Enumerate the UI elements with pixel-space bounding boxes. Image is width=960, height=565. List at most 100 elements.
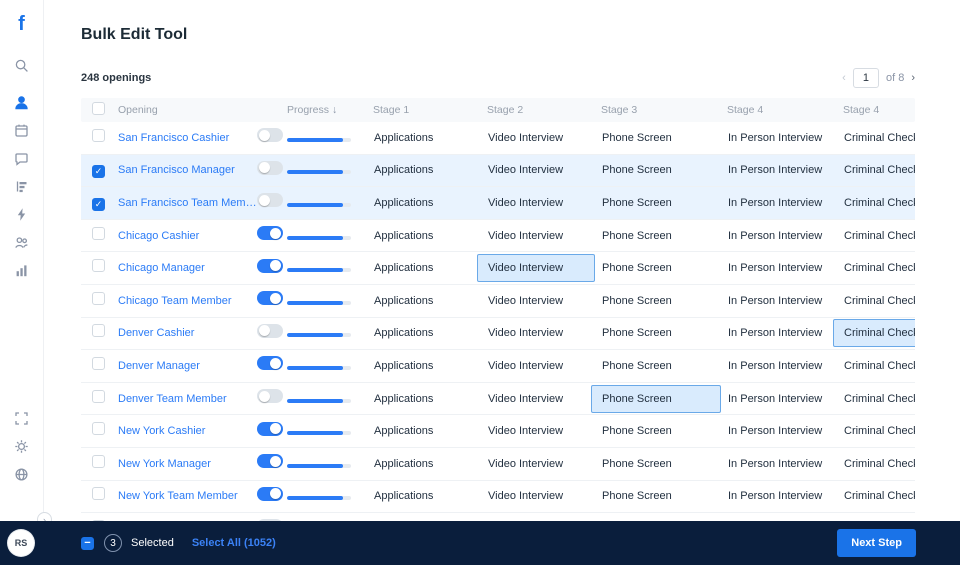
stage3-cell[interactable]: Phone Screen xyxy=(601,417,727,445)
opening-link[interactable]: San Francisco Team Member xyxy=(111,197,257,209)
column-header-opening[interactable]: Opening xyxy=(111,104,257,116)
stage4-cell[interactable]: In Person Interview xyxy=(727,254,843,282)
prev-page-icon[interactable]: ‹ xyxy=(842,72,846,84)
stage4-cell[interactable]: In Person Interview xyxy=(727,417,843,445)
automation-icon[interactable] xyxy=(14,207,29,222)
stage4-cell[interactable]: In Person Interview xyxy=(727,352,843,380)
opening-link[interactable]: New York Cashier xyxy=(111,425,257,437)
row-checkbox[interactable] xyxy=(92,422,105,436)
row-checkbox[interactable] xyxy=(92,128,105,142)
row-toggle[interactable] xyxy=(257,128,283,143)
opening-link[interactable]: San Francisco Manager xyxy=(111,164,257,176)
stage5-cell[interactable]: Criminal Check xyxy=(843,287,915,315)
indeterminate-select-checkbox[interactable]: − xyxy=(81,536,94,550)
analytics-icon[interactable] xyxy=(14,263,29,278)
stage1-cell[interactable]: Applications xyxy=(373,124,487,152)
stage5-cell[interactable]: Criminal Check xyxy=(843,189,915,217)
stage3-cell[interactable]: Phone Screen xyxy=(601,254,727,282)
stage4-cell[interactable]: In Person Interview xyxy=(727,450,843,478)
row-toggle[interactable] xyxy=(257,486,283,501)
row-checkbox[interactable] xyxy=(92,226,105,240)
row-toggle[interactable] xyxy=(257,226,283,241)
stage1-cell[interactable]: Applications xyxy=(373,254,487,282)
profile-icon[interactable] xyxy=(14,95,29,110)
stage3-cell[interactable]: Phone Screen xyxy=(591,384,727,413)
row-checkbox[interactable] xyxy=(92,259,105,273)
stage4-cell[interactable]: In Person Interview xyxy=(727,482,843,510)
opening-link[interactable]: New York Manager xyxy=(111,458,257,470)
row-checkbox[interactable] xyxy=(92,454,105,468)
messages-icon[interactable] xyxy=(14,151,29,166)
opening-link[interactable]: San Francisco Cashier xyxy=(111,132,257,144)
app-logo[interactable]: f xyxy=(18,14,25,34)
stage4-cell[interactable]: In Person Interview xyxy=(727,287,843,315)
stage1-cell[interactable]: Applications xyxy=(373,189,487,217)
stage3-cell[interactable]: Phone Screen xyxy=(601,189,727,217)
stage2-cell[interactable]: Video Interview xyxy=(487,189,601,217)
column-header-stage2[interactable]: Stage 2 xyxy=(487,104,601,116)
stage2-cell[interactable]: Video Interview xyxy=(487,417,601,445)
stage2-cell[interactable]: Video Interview xyxy=(487,482,601,510)
stage5-cell[interactable]: Criminal Check xyxy=(843,450,915,478)
row-checkbox[interactable] xyxy=(92,389,105,403)
language-globe-icon[interactable] xyxy=(14,467,29,482)
stage2-cell[interactable]: Video Interview xyxy=(487,319,601,347)
stage3-cell[interactable]: Phone Screen xyxy=(601,319,727,347)
stage4-cell[interactable]: In Person Interview xyxy=(727,189,843,217)
stage5-cell[interactable]: Criminal Check xyxy=(843,222,915,250)
stage4-cell[interactable]: In Person Interview xyxy=(727,156,843,184)
stage3-cell[interactable]: Phone Screen xyxy=(601,450,727,478)
column-header-stage5[interactable]: Stage 4 xyxy=(843,104,915,116)
stage1-cell[interactable]: Applications xyxy=(373,222,487,250)
stage1-cell[interactable]: Applications xyxy=(373,450,487,478)
stage2-cell[interactable]: Video Interview xyxy=(487,352,601,380)
user-avatar[interactable]: RS xyxy=(8,530,34,556)
opening-link[interactable]: Chicago Team Member xyxy=(111,295,257,307)
stage3-cell[interactable]: Phone Screen xyxy=(601,352,727,380)
fullscreen-icon[interactable] xyxy=(14,411,29,426)
stage2-cell[interactable]: Video Interview xyxy=(487,156,601,184)
opening-link[interactable]: Chicago Manager xyxy=(111,262,257,274)
stage1-cell[interactable]: Applications xyxy=(373,385,487,413)
opening-link[interactable]: Denver Manager xyxy=(111,360,257,372)
stage3-cell[interactable]: Phone Screen xyxy=(601,222,727,250)
opening-link[interactable]: Denver Cashier xyxy=(111,327,257,339)
row-checkbox[interactable] xyxy=(92,291,105,305)
column-header-stage3[interactable]: Stage 3 xyxy=(601,104,727,116)
select-all-link[interactable]: Select All (1052) xyxy=(192,537,276,549)
stage1-cell[interactable]: Applications xyxy=(373,352,487,380)
stage1-cell[interactable]: Applications xyxy=(373,482,487,510)
stage1-cell[interactable]: Applications xyxy=(373,319,487,347)
opening-link[interactable]: New York Team Member xyxy=(111,490,257,502)
row-toggle[interactable] xyxy=(257,389,283,404)
stage2-cell[interactable]: Video Interview xyxy=(477,254,601,283)
stage5-cell[interactable]: Criminal Check xyxy=(843,156,915,184)
select-all-checkbox[interactable] xyxy=(92,102,105,115)
stage3-cell[interactable]: Phone Screen xyxy=(601,124,727,152)
column-header-progress[interactable]: Progress ↓ xyxy=(287,104,373,116)
stage5-cell[interactable]: Criminal Check xyxy=(843,254,915,282)
row-checkbox[interactable]: ✓ xyxy=(92,165,105,179)
row-toggle[interactable] xyxy=(257,193,283,208)
row-toggle[interactable] xyxy=(257,258,283,273)
stage2-cell[interactable]: Video Interview xyxy=(487,124,601,152)
opening-link[interactable]: Denver Team Member xyxy=(111,393,257,405)
stage5-cell[interactable]: Criminal Check xyxy=(833,319,915,348)
stage4-cell[interactable]: In Person Interview xyxy=(727,124,843,152)
opening-link[interactable]: Chicago Cashier xyxy=(111,230,257,242)
next-step-button[interactable]: Next Step xyxy=(837,529,916,557)
page-input[interactable]: 1 xyxy=(852,68,879,88)
settings-gear-icon[interactable] xyxy=(14,439,29,454)
row-checkbox[interactable] xyxy=(92,487,105,501)
team-icon[interactable] xyxy=(14,235,29,250)
row-checkbox[interactable]: ✓ xyxy=(92,197,105,211)
stage5-cell[interactable]: Criminal Check xyxy=(843,352,915,380)
row-toggle[interactable] xyxy=(257,356,283,371)
row-toggle[interactable] xyxy=(257,291,283,306)
row-toggle[interactable] xyxy=(257,323,283,338)
column-header-stage4[interactable]: Stage 4 xyxy=(727,104,843,116)
next-page-icon[interactable]: › xyxy=(911,72,915,84)
search-icon[interactable] xyxy=(14,58,29,73)
stage5-cell[interactable]: Criminal Check xyxy=(843,482,915,510)
stage2-cell[interactable]: Video Interview xyxy=(487,450,601,478)
